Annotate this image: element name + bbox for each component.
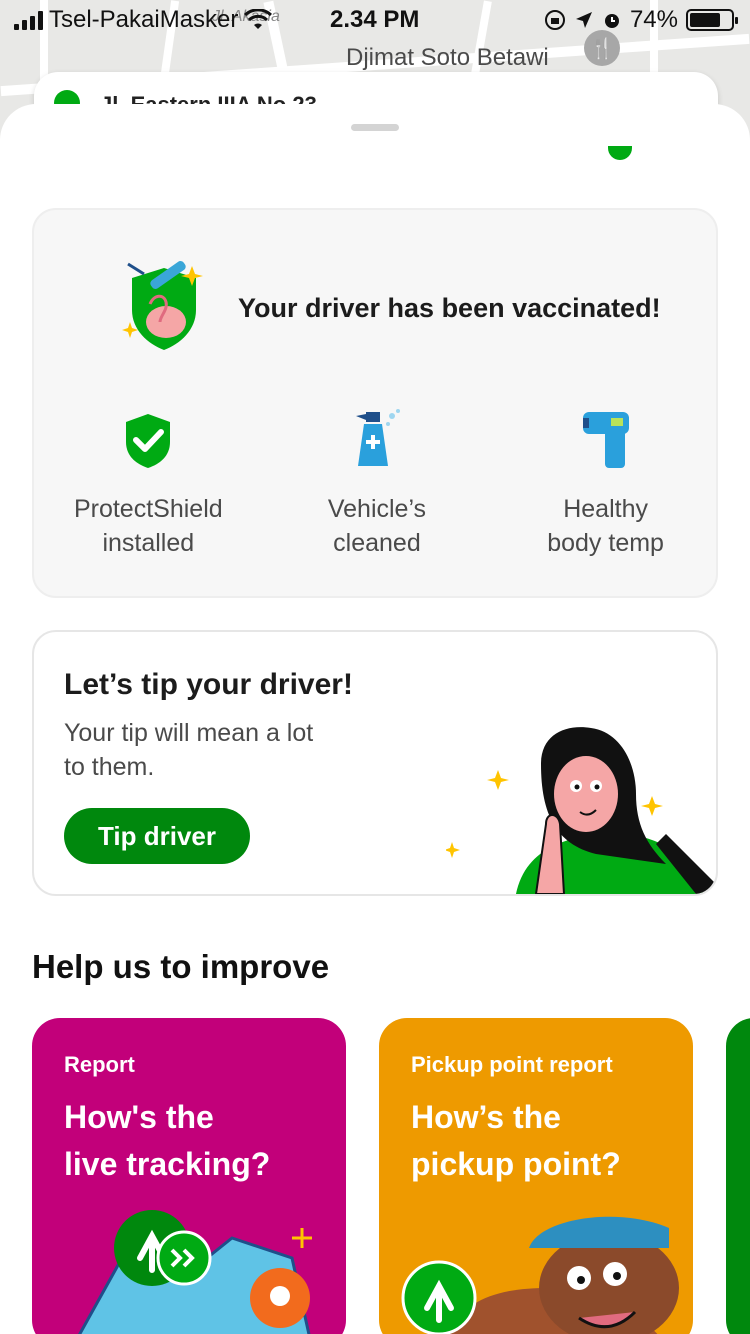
feature-label-line2: body temp — [547, 529, 664, 557]
card-subtitle: Report — [64, 1052, 135, 1077]
third-report-card[interactable] — [726, 1018, 750, 1334]
tip-description: Your tip will mean a lot to them. — [64, 716, 354, 784]
pickup-point-illustration — [401, 1216, 679, 1334]
card-title: How's the live tracking? — [64, 1094, 324, 1188]
feature-protectshield: ProtectShield installed — [34, 406, 263, 560]
tip-driver-button[interactable]: Tip driver — [64, 808, 250, 864]
battery-percent: 74% — [629, 6, 678, 33]
battery-icon — [686, 9, 738, 31]
carrier-name: Tsel-PakaiMasker — [49, 6, 239, 33]
card-subtitle: Pickup point report — [411, 1052, 613, 1077]
vaccinated-title: Your driver has been vaccinated! — [238, 292, 661, 323]
shield-check-icon — [126, 414, 171, 468]
feature-label-line2: cleaned — [333, 529, 421, 557]
vaccine-shield-icon — [122, 261, 203, 350]
alarm-icon — [604, 14, 619, 28]
feature-vehicle-cleaned: Vehicle’s cleaned — [263, 406, 492, 560]
feature-label-line1: Healthy — [563, 495, 648, 523]
previous-content-peek — [32, 146, 718, 168]
card-title-line2: pickup point? — [411, 1146, 621, 1182]
clock: 2.34 PM — [330, 6, 420, 33]
feature-label-line1: ProtectShield — [73, 495, 223, 523]
feature-label-line1: Vehicle’s — [327, 495, 427, 523]
thermometer-gun-icon — [582, 412, 629, 468]
card-title: How’s the pickup point? — [411, 1094, 671, 1188]
card-title-line1: How's the — [64, 1099, 214, 1135]
tip-description-line2: to them. — [64, 753, 155, 781]
rotation-lock-icon — [544, 10, 565, 30]
spray-bottle-icon — [355, 409, 400, 466]
driver-safety-card: Your driver has been vaccinated! Protect… — [32, 208, 718, 598]
tip-description-line1: Your tip will mean a lot — [64, 719, 314, 747]
card-title-line1: How’s the — [411, 1099, 561, 1135]
status-bar: Tsel-PakaiMasker 2.34 PM 74% — [0, 0, 750, 40]
shield-mini-icon — [608, 146, 632, 160]
map-place-label: Djimat Soto Betawi — [346, 44, 549, 71]
tip-driver-card: Let’s tip your driver! Your tip will mea… — [32, 630, 718, 896]
bottom-sheet[interactable]: Your driver has been vaccinated! Protect… — [0, 104, 750, 1334]
drag-handle[interactable] — [351, 124, 399, 131]
signal-icon — [14, 10, 43, 30]
tip-title: Let’s tip your driver! — [64, 668, 353, 701]
grateful-driver-illustration — [446, 727, 716, 894]
location-arrow-icon — [575, 12, 592, 28]
live-tracking-report-card[interactable]: Report How's the live tracking? — [32, 1018, 346, 1334]
card-title-line2: live tracking? — [64, 1146, 271, 1182]
pickup-point-report-card[interactable]: Pickup point report How’s the pickup poin… — [379, 1018, 693, 1334]
wifi-icon — [244, 9, 273, 29]
help-section-title: Help us to improve — [32, 948, 330, 985]
feature-healthy-body-temp: Healthy body temp — [491, 406, 720, 560]
live-tracking-map-illustration — [78, 1210, 312, 1334]
feature-label-line2: installed — [102, 529, 195, 557]
